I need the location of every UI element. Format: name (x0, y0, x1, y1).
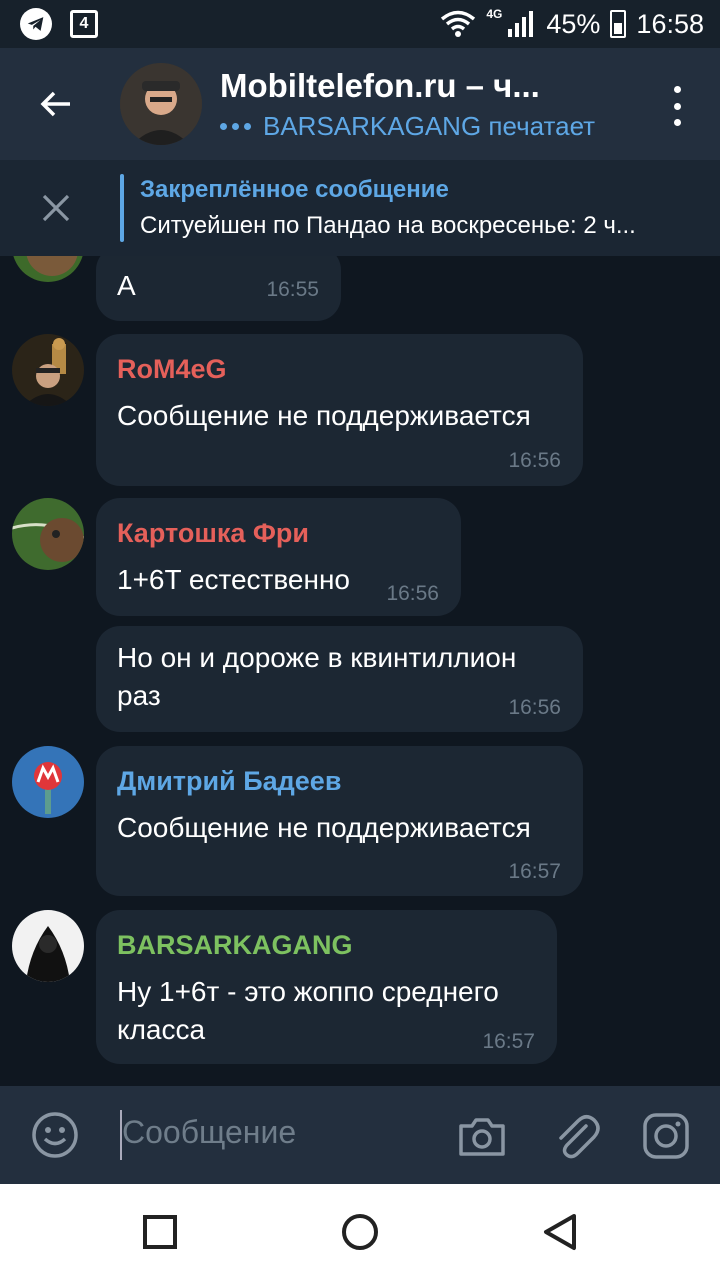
notification-badge-icon: 4 (70, 10, 98, 38)
message-text: Сообщение не поддерживается (117, 400, 531, 431)
battery-icon (610, 10, 627, 38)
message-sender[interactable]: Дмитрий Бадеев (117, 766, 341, 797)
avatar[interactable] (12, 334, 84, 406)
message-list[interactable]: А 16:55 RoM4eG Сообщение не поддерживает… (0, 256, 720, 1086)
message-text-line2: класса (117, 1014, 206, 1045)
message-bubble[interactable]: Дмитрий Бадеев Сообщение не поддерживает… (96, 746, 583, 896)
emoji-icon[interactable] (30, 1110, 80, 1160)
avatar[interactable] (12, 498, 84, 570)
close-icon (42, 194, 70, 222)
pinned-accent-bar (120, 174, 124, 242)
avatar[interactable] (12, 910, 84, 982)
avatar[interactable] (12, 746, 84, 818)
typing-indicator-icon (220, 122, 251, 130)
message-bubble[interactable]: Картошка Фри 1+6T естественно 16:56 (96, 498, 461, 616)
message-text-line1: Ну 1+6т - это жоппо среднего (117, 976, 499, 1007)
battery-percent: 45% (546, 8, 601, 39)
recents-icon[interactable] (140, 1212, 180, 1252)
pinned-text: Ситуейшен по Пандао на воскресенье: 2 ч.… (140, 212, 636, 239)
camera-icon[interactable] (456, 1110, 508, 1162)
message-time: 16:57 (482, 1030, 535, 1053)
typing-status-text: BARSARKAGANG печатает (263, 110, 596, 141)
message-sender[interactable]: RoM4eG (117, 354, 227, 385)
message-time: 16:56 (508, 449, 561, 472)
message-bubble[interactable]: BARSARKAGANG Ну 1+6т - это жоппо среднег… (96, 910, 557, 1064)
message-input[interactable]: Сообщение (122, 1114, 296, 1151)
message-text: 1+6T естественно (117, 564, 350, 595)
message-text: А (117, 270, 136, 301)
pinned-close-button[interactable] (0, 160, 112, 256)
message-time: 16:56 (386, 582, 439, 605)
pinned-message[interactable]: Закреплённое сообщение Ситуейшен по Панд… (0, 160, 720, 256)
message-time: 16:57 (508, 860, 561, 883)
chat-status: BARSARKAGANG печатает (220, 111, 640, 142)
message-bubble[interactable]: Но он и дороже в квинтиллион раз 16:56 (96, 626, 583, 732)
message-bubble[interactable]: RoM4eG Сообщение не поддерживается 16:56 (96, 334, 583, 486)
network-type: 4G (486, 7, 503, 21)
message-sender[interactable]: Картошка Фри (117, 518, 309, 549)
message-bubble[interactable]: А 16:55 (96, 256, 341, 321)
message-time: 16:56 (508, 696, 561, 719)
status-bar: 4 4G 45% 16:58 (0, 0, 720, 48)
back-nav-icon[interactable] (540, 1212, 580, 1252)
message-input-bar: Сообщение (0, 1086, 720, 1184)
message-sender[interactable]: BARSARKAGANG (117, 930, 353, 961)
back-button[interactable] (0, 48, 112, 160)
avatar[interactable] (12, 256, 84, 282)
clock: 16:58 (636, 8, 704, 39)
signal-icon (508, 11, 534, 37)
telegram-icon (20, 8, 52, 40)
message-time: 16:55 (266, 278, 319, 301)
chat-title[interactable]: Mobiltelefon.ru – ч... (220, 67, 640, 105)
paperclip-icon[interactable] (550, 1110, 602, 1162)
wifi-icon (441, 10, 476, 37)
chat-avatar[interactable] (120, 63, 202, 145)
arrow-left-icon (40, 91, 70, 117)
more-menu-button[interactable] (662, 86, 692, 126)
message-text-line2: раз (117, 680, 161, 711)
message-text: Сообщение не поддерживается (117, 812, 531, 843)
system-nav-bar (0, 1184, 720, 1280)
instagram-icon[interactable] (640, 1110, 692, 1162)
pinned-title: Закреплённое сообщение (140, 176, 449, 203)
message-text-line1: Но он и дороже в квинтиллион (117, 642, 517, 673)
chat-header: Mobiltelefon.ru – ч... BARSARKAGANG печа… (0, 48, 720, 160)
home-icon[interactable] (340, 1212, 380, 1252)
